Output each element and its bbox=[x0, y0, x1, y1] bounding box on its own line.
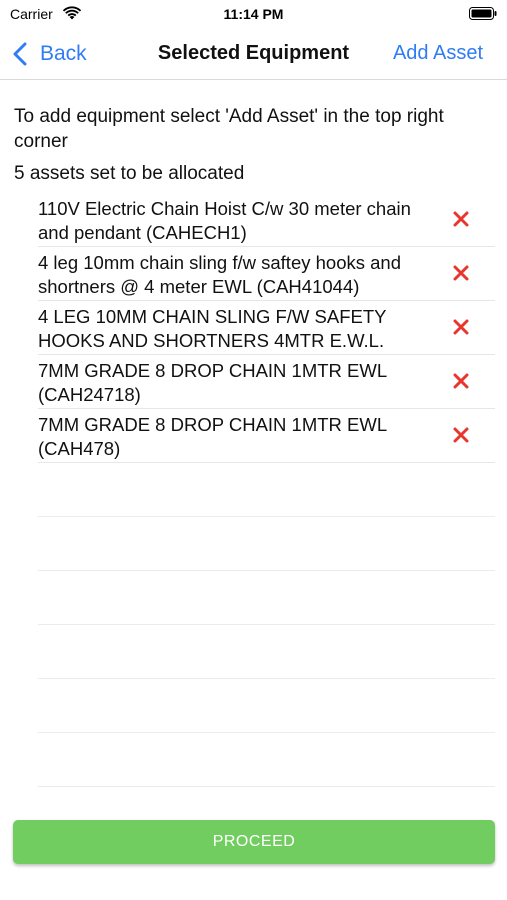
asset-name: 7MM GRADE 8 DROP CHAIN 1MTR EWL (CAH2471… bbox=[38, 360, 387, 405]
asset-list: 110V Electric Chain Hoist C/w 30 meter c… bbox=[38, 193, 495, 787]
list-item: 7MM GRADE 8 DROP CHAIN 1MTR EWL (CAH478) bbox=[38, 409, 495, 463]
status-bar: Carrier 11:14 PM bbox=[0, 0, 507, 30]
empty-row bbox=[38, 679, 495, 733]
add-asset-button[interactable]: Add Asset bbox=[393, 42, 483, 65]
empty-row bbox=[38, 733, 495, 787]
close-icon[interactable] bbox=[451, 425, 471, 445]
back-label: Back bbox=[40, 42, 87, 65]
back-button[interactable]: Back bbox=[12, 39, 87, 69]
list-item: 7MM GRADE 8 DROP CHAIN 1MTR EWL (CAH2471… bbox=[38, 355, 495, 409]
list-item: 110V Electric Chain Hoist C/w 30 meter c… bbox=[38, 193, 495, 247]
empty-row bbox=[38, 625, 495, 679]
chevron-left-icon bbox=[13, 42, 27, 66]
instructions-text: To add equipment select 'Add Asset' in t… bbox=[14, 106, 444, 152]
close-icon[interactable] bbox=[451, 317, 471, 337]
close-icon[interactable] bbox=[451, 209, 471, 229]
asset-name: 7MM GRADE 8 DROP CHAIN 1MTR EWL (CAH478) bbox=[38, 414, 387, 459]
asset-count-text: 5 assets set to be allocated bbox=[14, 163, 245, 184]
clock: 11:14 PM bbox=[223, 6, 284, 22]
navigation-bar: Back Selected Equipment Add Asset bbox=[0, 30, 507, 80]
asset-name: 110V Electric Chain Hoist C/w 30 meter c… bbox=[38, 198, 411, 243]
proceed-button[interactable]: PROCEED bbox=[13, 820, 495, 864]
list-item: 4 leg 10mm chain sling f/w saftey hooks … bbox=[38, 247, 495, 301]
empty-row bbox=[38, 463, 495, 517]
empty-row bbox=[38, 571, 495, 625]
asset-name: 4 leg 10mm chain sling f/w saftey hooks … bbox=[38, 252, 401, 297]
close-icon[interactable] bbox=[451, 371, 471, 391]
empty-row bbox=[38, 517, 495, 571]
battery-icon bbox=[469, 7, 497, 20]
screen: Carrier 11:14 PM Back Selected Equipment… bbox=[0, 0, 507, 900]
list-item: 4 LEG 10MM CHAIN SLING F/W SAFETY HOOKS … bbox=[38, 301, 495, 355]
asset-name: 4 LEG 10MM CHAIN SLING F/W SAFETY HOOKS … bbox=[38, 306, 387, 351]
close-icon[interactable] bbox=[451, 263, 471, 283]
